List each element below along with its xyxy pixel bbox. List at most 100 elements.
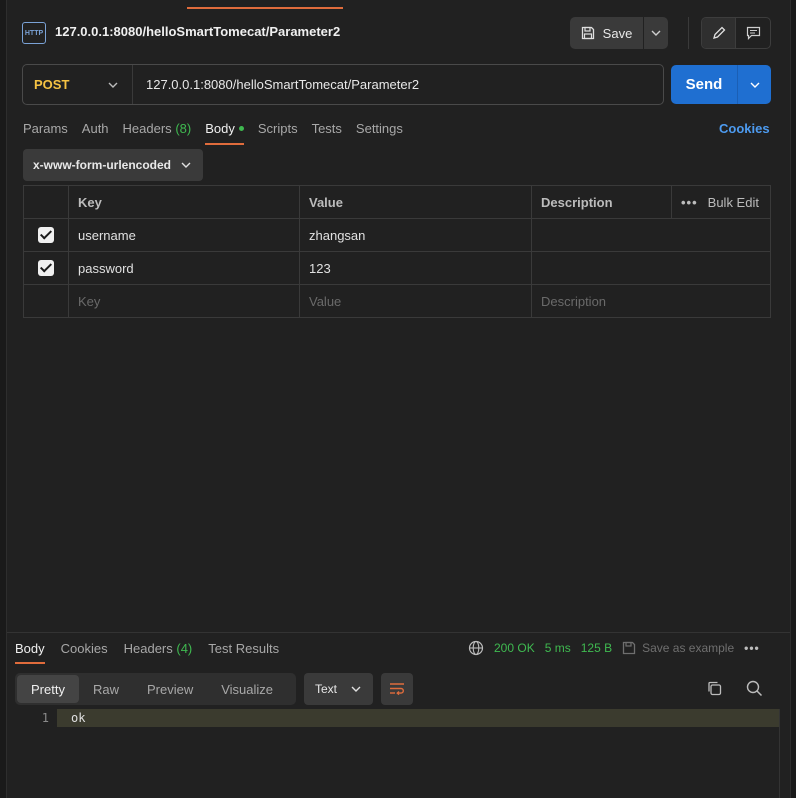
header-checkbox-cell: [23, 185, 69, 219]
response-divider[interactable]: [7, 632, 790, 633]
response-text: ok: [71, 711, 86, 725]
save-as-example-label: Save as example: [642, 641, 735, 655]
more-options-icon[interactable]: •••: [744, 641, 760, 655]
chevron-down-icon: [651, 30, 661, 36]
form-params-table: Key Value Description ••• Bulk Edit user…: [23, 185, 771, 318]
body-type-select[interactable]: x-www-form-urlencoded: [23, 149, 203, 181]
active-tab-indicator: [187, 7, 343, 9]
tab-scripts[interactable]: Scripts: [258, 121, 298, 145]
http-icon-label: HTTP: [24, 29, 44, 37]
row-checkbox-cell: [23, 284, 69, 318]
tab-response-body[interactable]: Body: [15, 641, 45, 664]
new-value-input[interactable]: Value: [299, 284, 532, 318]
url-bar: POST 127.0.0.1:8080/helloSmartTomecat/Pa…: [22, 64, 664, 105]
edit-button[interactable]: [702, 18, 736, 48]
format-select[interactable]: Text: [304, 673, 373, 705]
request-tabs: Params Auth Headers (8) Body Scripts Tes…: [23, 121, 417, 145]
row-checkbox[interactable]: [38, 260, 54, 277]
save-button[interactable]: Save: [570, 17, 644, 49]
param-key[interactable]: username: [68, 218, 300, 252]
comments-button[interactable]: [736, 18, 770, 48]
chevron-down-icon: [750, 82, 759, 88]
wrap-lines-icon: [390, 683, 404, 696]
column-key: Key: [68, 185, 300, 219]
body-type-label: x-www-form-urlencoded: [33, 158, 172, 172]
table-row: username zhangsan: [23, 218, 771, 252]
tab-headers[interactable]: Headers (8): [123, 121, 192, 145]
side-actions: [701, 17, 771, 49]
new-key-input[interactable]: Key: [68, 284, 300, 318]
new-description-input[interactable]: Description: [531, 284, 771, 318]
editor-scrollbar[interactable]: [779, 709, 788, 798]
param-value[interactable]: 123: [299, 251, 532, 285]
save-button-group: Save: [570, 17, 668, 49]
http-icon: HTTP: [22, 22, 46, 44]
view-raw[interactable]: Raw: [79, 675, 133, 703]
headers-count: (8): [175, 121, 192, 136]
param-value[interactable]: zhangsan: [299, 218, 532, 252]
wrap-lines-button[interactable]: [381, 673, 413, 705]
row-checkbox[interactable]: [38, 227, 54, 244]
save-options-button[interactable]: [644, 17, 668, 49]
tab-response-headers-label: Headers: [123, 641, 173, 656]
url-input[interactable]: 127.0.0.1:8080/helloSmartTomecat/Paramet…: [133, 77, 419, 92]
line-number: 1: [41, 711, 49, 725]
chevron-down-icon: [108, 82, 118, 88]
response-size[interactable]: 125 B: [581, 641, 612, 655]
save-icon: [581, 26, 594, 40]
body-indicator-dot: [238, 126, 244, 132]
tab-headers-label: Headers: [122, 121, 172, 136]
cookies-link[interactable]: Cookies: [719, 121, 770, 136]
send-button-group: Send: [671, 65, 771, 104]
row-checkbox-cell: [23, 251, 69, 285]
status-code[interactable]: 200 OK: [494, 641, 535, 655]
method-select[interactable]: POST: [23, 65, 133, 104]
send-button[interactable]: Send: [671, 65, 738, 104]
method-label: POST: [34, 77, 70, 92]
save-icon: [622, 641, 636, 655]
bulk-edit-cell: ••• Bulk Edit: [671, 185, 771, 219]
bulk-edit-button[interactable]: Bulk Edit: [708, 195, 759, 210]
search-icon[interactable]: [746, 680, 763, 700]
column-value: Value: [299, 185, 532, 219]
more-icon[interactable]: •••: [681, 195, 698, 210]
tab-auth[interactable]: Auth: [82, 121, 109, 145]
save-label: Save: [602, 25, 633, 41]
tab-response-cookies[interactable]: Cookies: [61, 641, 108, 663]
view-visualize[interactable]: Visualize: [207, 675, 287, 703]
tab-params[interactable]: Params: [23, 121, 68, 145]
right-panel-edge: [790, 0, 796, 798]
globe-icon[interactable]: [468, 640, 484, 656]
param-key[interactable]: password: [68, 251, 300, 285]
save-as-example-button[interactable]: Save as example: [622, 641, 734, 655]
tab-body-label: Body: [205, 121, 235, 136]
view-preview[interactable]: Preview: [133, 675, 207, 703]
response-headers-count: (4): [176, 641, 193, 656]
chevron-down-icon: [351, 686, 361, 692]
tab-response-headers[interactable]: Headers (4): [124, 641, 193, 663]
param-description[interactable]: [531, 218, 771, 252]
response-code-text[interactable]: ok: [57, 709, 779, 727]
request-title[interactable]: 127.0.0.1:8080/helloSmartTomecat/Paramet…: [55, 24, 340, 39]
response-view-tabs: Pretty Raw Preview Visualize: [15, 673, 296, 705]
tab-body[interactable]: Body: [205, 121, 244, 145]
tab-settings[interactable]: Settings: [356, 121, 403, 145]
header-divider: [688, 17, 689, 49]
comment-icon: [746, 26, 760, 40]
chevron-down-icon: [181, 162, 191, 168]
format-label: Text: [315, 682, 338, 696]
tab-test-results[interactable]: Test Results: [208, 641, 279, 663]
table-row-new: Key Value Description: [23, 284, 771, 318]
tab-tests[interactable]: Tests: [312, 121, 342, 145]
response-time[interactable]: 5 ms: [545, 641, 571, 655]
left-panel-edge: [0, 0, 7, 798]
column-description: Description: [531, 185, 672, 219]
copy-icon[interactable]: [706, 680, 723, 700]
response-code-line: 1 ok: [15, 709, 779, 727]
table-row: password 123: [23, 251, 771, 285]
table-header-row: Key Value Description ••• Bulk Edit: [23, 185, 771, 219]
row-checkbox-cell: [23, 218, 69, 252]
param-description[interactable]: [531, 251, 771, 285]
send-options-button[interactable]: [738, 65, 771, 104]
view-pretty[interactable]: Pretty: [17, 675, 79, 703]
